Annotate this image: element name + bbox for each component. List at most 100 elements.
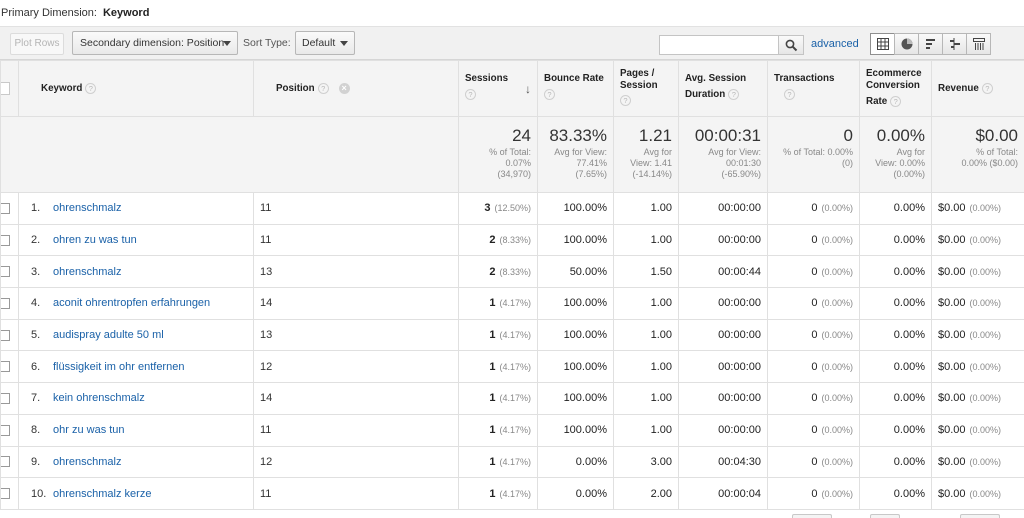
revenue-percent: (0.00%) bbox=[969, 203, 1002, 214]
row-checkbox[interactable] bbox=[1, 266, 10, 278]
keyword-link[interactable]: ohrenschmalz bbox=[53, 456, 121, 468]
transactions-cell: 0 (0.00%) bbox=[767, 255, 860, 289]
page-nav-buttons[interactable] bbox=[960, 514, 1000, 518]
transactions-cell: 0 (0.00%) bbox=[767, 192, 860, 225]
help-icon[interactable]: ? bbox=[620, 95, 631, 106]
transactions-value: 0 bbox=[811, 392, 818, 405]
revenue-column-header[interactable]: Revenue? bbox=[931, 60, 1024, 117]
row-checkbox[interactable] bbox=[1, 202, 10, 214]
revenue-percent: (0.00%) bbox=[969, 298, 1002, 309]
keyword-link[interactable]: ohrenschmalz bbox=[53, 202, 121, 214]
row-select-cell bbox=[0, 318, 19, 352]
keyword-link[interactable]: aconit ohrentropfen erfahrungen bbox=[53, 297, 210, 309]
row-checkbox[interactable] bbox=[1, 361, 10, 373]
sessions-value: 1 bbox=[489, 424, 496, 437]
row-number: 3. bbox=[31, 265, 41, 278]
sessions-cell: 1 (4.17%) bbox=[458, 287, 538, 320]
transactions-value: 0 bbox=[811, 455, 818, 468]
performance-view-button[interactable] bbox=[918, 33, 943, 55]
row-select-cell bbox=[0, 382, 19, 415]
keyword-link[interactable]: ohren zu was tun bbox=[53, 234, 137, 246]
bounce-rate-cell: 100.00% bbox=[537, 192, 614, 225]
bounce-rate-column-header[interactable]: Bounce Rate? bbox=[537, 60, 614, 117]
sessions-percent: (4.17%) bbox=[499, 298, 531, 309]
ecommerce-conversion-rate-column-header[interactable]: Ecommerce Conversion Rate? bbox=[859, 60, 932, 117]
pivot-view-button[interactable] bbox=[966, 33, 991, 55]
keyword-link[interactable]: ohr zu was tun bbox=[53, 424, 125, 436]
keyword-column-header[interactable]: Keyword? bbox=[18, 60, 254, 117]
view-switcher bbox=[870, 33, 998, 55]
help-icon[interactable]: ? bbox=[981, 82, 993, 94]
secondary-dimension-label: Secondary dimension: Position bbox=[80, 37, 225, 49]
row-select-cell bbox=[0, 287, 19, 320]
sessions-column-header[interactable]: Sessions? ↓ bbox=[458, 60, 538, 117]
position-cell: 11 bbox=[253, 223, 459, 257]
help-icon[interactable]: ? bbox=[465, 89, 476, 100]
transactions-column-header[interactable]: Transactions? bbox=[767, 60, 860, 117]
help-icon[interactable]: ? bbox=[317, 82, 329, 94]
bounce-rate-cell: 0.00% bbox=[537, 477, 614, 510]
row-checkbox[interactable] bbox=[1, 424, 10, 436]
transactions-value: 0 bbox=[811, 297, 818, 310]
bounce-rate-cell: 100.00% bbox=[537, 318, 614, 352]
table-view-button[interactable] bbox=[870, 33, 895, 55]
select-all-checkbox[interactable] bbox=[1, 82, 10, 95]
goto-input[interactable] bbox=[870, 514, 900, 518]
bounce-rate-cell: 100.00% bbox=[537, 350, 614, 384]
pages-per-session-column-header[interactable]: Pages / Session? bbox=[613, 60, 679, 117]
sessions-cell: 1 (4.17%) bbox=[458, 382, 538, 415]
table-row: 6. flüssigkeit im ohr entfernen 12 1 (4.17%)… bbox=[0, 350, 1024, 384]
keyword-link[interactable]: ohrenschmalz bbox=[53, 266, 121, 278]
sort-type-dropdown[interactable]: Default bbox=[295, 31, 355, 55]
remove-dimension-icon[interactable]: × bbox=[338, 82, 350, 94]
advanced-filter-link[interactable]: advanced bbox=[811, 38, 859, 50]
search-icon bbox=[785, 39, 798, 52]
comparison-view-button[interactable] bbox=[942, 33, 967, 55]
search-button[interactable] bbox=[778, 35, 804, 55]
row-checkbox[interactable] bbox=[1, 393, 10, 405]
keyword-link[interactable]: kein ohrenschmalz bbox=[53, 392, 145, 404]
primary-dimension-value[interactable]: Keyword bbox=[103, 7, 149, 19]
row-select-cell bbox=[0, 477, 19, 510]
pages-per-session-cell: 1.00 bbox=[613, 287, 679, 320]
transactions-percent: (0.00%) bbox=[821, 488, 853, 499]
row-checkbox[interactable] bbox=[1, 329, 10, 341]
table-search-input[interactable] bbox=[659, 35, 779, 55]
table-row: 3. ohrenschmalz 13 2 (8.33%) 50.00% 1.50 00:00:… bbox=[0, 255, 1024, 289]
bounce-rate-cell: 100.00% bbox=[537, 382, 614, 415]
row-checkbox[interactable] bbox=[1, 298, 10, 309]
row-number: 2. bbox=[31, 234, 41, 247]
help-icon[interactable]: ? bbox=[544, 89, 555, 100]
row-checkbox[interactable] bbox=[1, 456, 10, 468]
show-rows-select[interactable] bbox=[792, 514, 832, 518]
keyword-link[interactable]: flüssigkeit im ohr entfernen bbox=[53, 361, 184, 373]
keyword-cell: 10. ohrenschmalz kerze bbox=[18, 477, 254, 510]
secondary-dimension-dropdown[interactable]: Secondary dimension: Position bbox=[72, 31, 238, 55]
row-checkbox[interactable] bbox=[1, 488, 10, 500]
help-icon[interactable]: ? bbox=[890, 95, 902, 107]
transactions-percent: (0.00%) bbox=[821, 330, 853, 341]
position-header-label: Position bbox=[276, 83, 315, 95]
avg-session-duration-column-header[interactable]: Avg. Session Duration? bbox=[678, 60, 768, 117]
sessions-cell: 1 (4.17%) bbox=[458, 413, 538, 447]
revenue-percent: (0.00%) bbox=[969, 456, 1002, 467]
transactions-value: 0 bbox=[811, 487, 818, 500]
keyword-cell: 3. ohrenschmalz bbox=[18, 255, 254, 289]
keyword-header-label: Keyword bbox=[41, 83, 83, 95]
keyword-link[interactable]: ohrenschmalz kerze bbox=[53, 488, 151, 500]
row-checkbox[interactable] bbox=[1, 234, 10, 246]
help-icon[interactable]: ? bbox=[728, 88, 740, 100]
help-icon[interactable]: ? bbox=[784, 89, 795, 100]
row-number: 5. bbox=[31, 329, 41, 342]
transactions-total: 0% of Total: 0.00% (0) bbox=[767, 116, 860, 193]
row-select-cell bbox=[0, 445, 19, 479]
position-column-header[interactable]: Position? × bbox=[253, 60, 459, 117]
table-body: 1. ohrenschmalz 11 3 (12.50%) 100.00% 1.00 00:0… bbox=[0, 192, 1024, 510]
keyword-link[interactable]: audispray adulte 50 ml bbox=[53, 329, 164, 341]
plot-rows-button[interactable]: Plot Rows bbox=[10, 33, 64, 55]
pie-view-button[interactable] bbox=[894, 33, 919, 55]
ecommerce-rate-cell: 0.00% bbox=[859, 445, 932, 479]
row-number: 6. bbox=[31, 360, 41, 373]
pages-per-session-cell: 1.00 bbox=[613, 413, 679, 447]
help-icon[interactable]: ? bbox=[85, 82, 97, 94]
